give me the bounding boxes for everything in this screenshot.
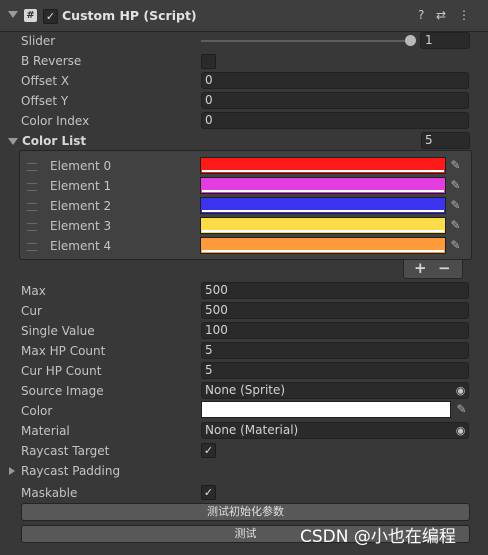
slider-track[interactable] <box>201 40 413 42</box>
drag-handle-icon[interactable] <box>27 203 37 211</box>
eyedropper-icon[interactable]: ✎ <box>448 158 463 173</box>
maskable-checkbox[interactable]: ✓ <box>201 485 216 500</box>
slider-handle[interactable] <box>405 35 416 46</box>
component-title: Custom HP (Script) <box>62 8 197 23</box>
slider-label: Slider <box>21 34 56 48</box>
color-field[interactable] <box>201 401 451 418</box>
b-reverse-label: B Reverse <box>21 54 82 68</box>
max-hp-count-field[interactable]: 5 <box>201 342 469 359</box>
element-2-color-field[interactable] <box>200 197 446 214</box>
color-index-field[interactable]: 0 <box>201 112 469 129</box>
drag-handle-icon[interactable] <box>27 163 37 171</box>
offset-x-label: Offset X <box>21 74 70 88</box>
element-0-color-field[interactable] <box>200 157 446 174</box>
color-label: Color <box>21 404 53 418</box>
slider-value-field[interactable]: 1 <box>420 32 470 49</box>
object-picker-icon[interactable]: ◉ <box>454 424 467 437</box>
source-image-field[interactable]: None (Sprite) <box>201 382 469 399</box>
color-list-foldout-icon[interactable] <box>8 138 18 145</box>
color-list-size-field[interactable]: 5 <box>421 132 470 149</box>
eyedropper-icon[interactable]: ✎ <box>448 198 463 213</box>
raycast-target-label: Raycast Target <box>21 444 110 458</box>
maskable-label: Maskable <box>21 486 78 500</box>
max-field[interactable]: 500 <box>201 282 469 299</box>
element-1-label: Element 1 <box>50 179 112 193</box>
element-0-label: Element 0 <box>50 159 112 173</box>
raycast-padding-label[interactable]: Raycast Padding <box>21 464 120 478</box>
cur-hp-count-label: Cur HP Count <box>21 364 102 378</box>
max-label: Max <box>21 284 46 298</box>
material-label: Material <box>21 424 70 438</box>
eyedropper-icon[interactable]: ✎ <box>448 178 463 193</box>
drag-handle-icon[interactable] <box>27 223 37 231</box>
offset-y-field[interactable]: 0 <box>201 92 469 109</box>
cur-label: Cur <box>21 304 42 318</box>
list-add-remove-footer: + − <box>403 259 463 279</box>
eyedropper-icon[interactable]: ✎ <box>454 402 469 417</box>
element-3-color-field[interactable] <box>200 217 446 234</box>
material-field[interactable]: None (Material) <box>201 422 469 439</box>
source-image-label: Source Image <box>21 384 104 398</box>
element-4-color-field[interactable] <box>200 237 446 254</box>
b-reverse-checkbox[interactable] <box>201 54 216 69</box>
script-icon: # <box>24 9 37 22</box>
raycast-padding-foldout-icon[interactable] <box>9 467 15 475</box>
eyedropper-icon[interactable]: ✎ <box>448 218 463 233</box>
test-init-params-button[interactable]: 测试初始化参数 <box>21 503 470 521</box>
color-index-label: Color Index <box>21 114 90 128</box>
component-enabled-checkbox[interactable]: ✓ <box>43 9 58 24</box>
element-2-label: Element 2 <box>50 199 112 213</box>
context-menu-icon[interactable]: ⋮ <box>458 8 470 22</box>
cur-hp-count-field[interactable]: 5 <box>201 362 469 379</box>
single-value-field[interactable]: 100 <box>201 322 469 339</box>
watermark-text: CSDN @小也在编程 <box>300 527 456 547</box>
element-4-label: Element 4 <box>50 239 112 253</box>
presets-icon[interactable]: ⇄ <box>436 8 446 22</box>
foldout-arrow-icon[interactable] <box>8 11 18 18</box>
raycast-target-checkbox[interactable]: ✓ <box>201 443 216 458</box>
remove-element-button[interactable]: − <box>438 260 451 277</box>
eyedropper-icon[interactable]: ✎ <box>448 238 463 253</box>
drag-handle-icon[interactable] <box>27 243 37 251</box>
max-hp-count-label: Max HP Count <box>21 344 106 358</box>
element-3-label: Element 3 <box>50 219 112 233</box>
help-icon[interactable]: ? <box>418 8 424 22</box>
drag-handle-icon[interactable] <box>27 183 37 191</box>
offset-y-label: Offset Y <box>21 94 69 108</box>
add-element-button[interactable]: + <box>414 260 427 277</box>
object-picker-icon[interactable]: ◉ <box>454 384 467 397</box>
color-list-label[interactable]: Color List <box>22 134 86 148</box>
cur-field[interactable]: 500 <box>201 302 469 319</box>
element-1-color-field[interactable] <box>200 177 446 194</box>
single-value-label: Single Value <box>21 324 95 338</box>
offset-x-field[interactable]: 0 <box>201 72 469 89</box>
